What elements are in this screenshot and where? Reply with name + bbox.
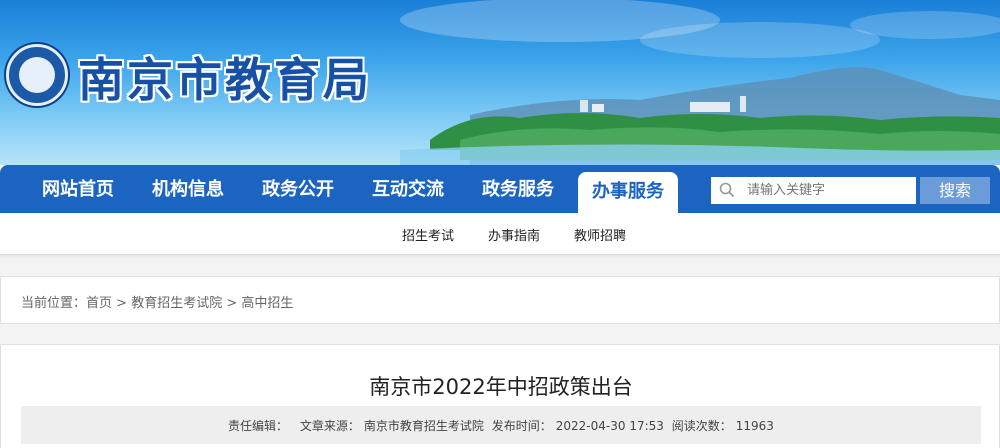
nav-item-office-services[interactable]: 办事服务 — [578, 172, 678, 213]
breadcrumb: 当前位置：首页 > 教育招生考试院 > 高中招生 — [21, 292, 293, 311]
search-icon — [719, 182, 735, 198]
article-meta: 责任编辑： 文章来源： 南京市教育招生考试院 发布时间： 2022-04-30 17… — [21, 406, 981, 444]
main-nav: 网站首页 机构信息 政务公开 互动交流 政务服务 办事服务 搜索 — [0, 165, 1000, 213]
nav-item-gov-services[interactable]: 政务服务 — [464, 165, 572, 213]
emblem-logo[interactable] — [6, 44, 68, 106]
nav-item-org-info[interactable]: 机构信息 — [134, 165, 242, 213]
breadcrumb-separator: > — [112, 296, 132, 311]
nav-item-interaction[interactable]: 互动交流 — [354, 165, 462, 213]
nav-item-gov-affairs[interactable]: 政务公开 — [244, 165, 352, 213]
search-box — [711, 177, 916, 204]
breadcrumb-prefix: 当前位置： — [21, 296, 87, 311]
subnav-item-teacher-recruitment[interactable]: 教师招聘 — [574, 225, 626, 244]
header-banner: 南京市教育局 — [0, 0, 1000, 165]
nav-item-home[interactable]: 网站首页 — [24, 165, 132, 213]
views-value: 11963 — [735, 419, 774, 433]
breadcrumb-separator: > — [222, 296, 242, 311]
search-button[interactable]: 搜索 — [920, 177, 990, 204]
breadcrumb-bar: 当前位置：首页 > 教育招生考试院 > 高中招生 — [0, 276, 1000, 324]
breadcrumb-item-exam-institute[interactable]: 教育招生考试院 — [131, 296, 222, 311]
source-label: 文章来源： — [299, 419, 360, 433]
site-title[interactable]: 南京市教育局 — [78, 44, 372, 110]
breadcrumb-item-high-school[interactable]: 高中招生 — [241, 296, 293, 311]
publish-value: 2022-04-30 17:53 — [555, 419, 664, 433]
building-icon — [19, 57, 55, 93]
subnav-item-enrollment-exams[interactable]: 招生考试 — [402, 225, 454, 244]
sub-nav: 招生考试 办事指南 教师招聘 — [0, 213, 1000, 255]
article-title: 南京市2022年中招政策出台 — [369, 375, 633, 399]
editor-label: 责任编辑： — [228, 419, 289, 433]
breadcrumb-item-home[interactable]: 首页 — [86, 296, 112, 311]
source-value: 南京市教育招生考试院 — [363, 419, 484, 433]
views-label: 阅读次数： — [671, 419, 732, 433]
search-input[interactable] — [747, 177, 912, 204]
subnav-item-guide[interactable]: 办事指南 — [488, 225, 540, 244]
article-container: 南京市2022年中招政策出台 责任编辑： 文章来源： 南京市教育招生考试院 发布时… — [0, 344, 1000, 448]
publish-label: 发布时间： — [491, 419, 552, 433]
